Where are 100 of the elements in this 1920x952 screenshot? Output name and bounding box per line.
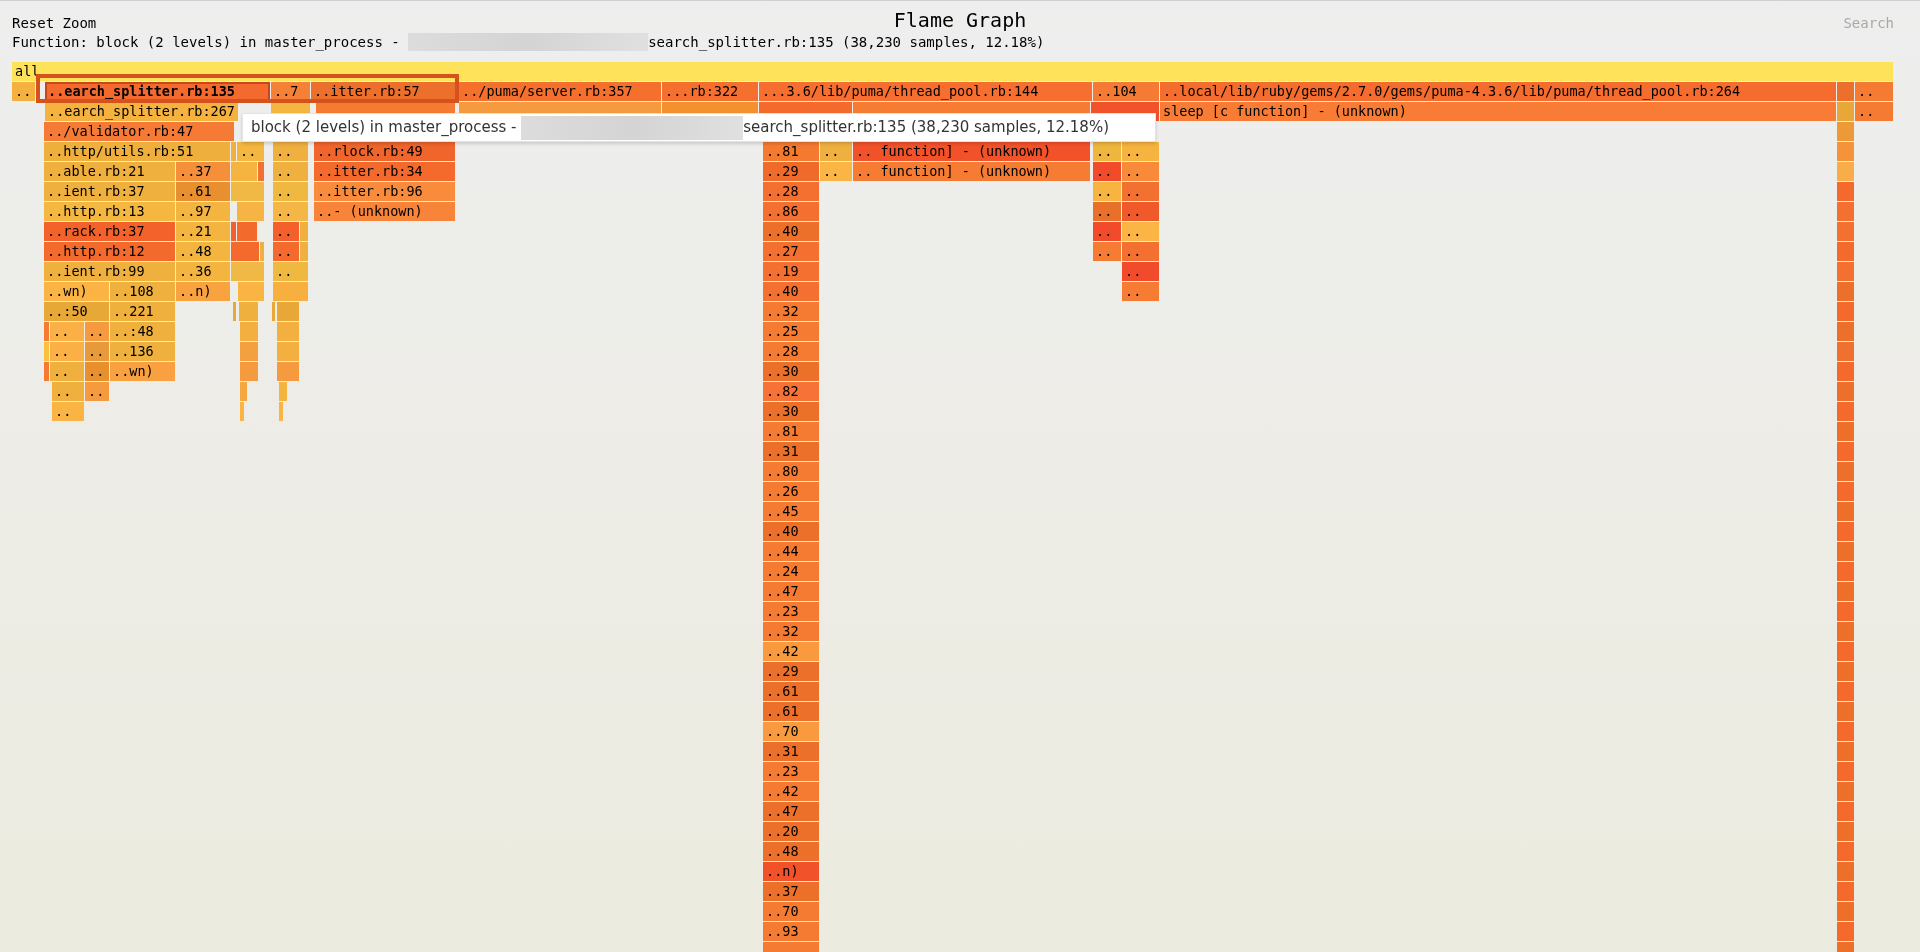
flame-frame[interactable]: .. xyxy=(85,342,109,361)
flame-frame[interactable]: ..20 xyxy=(763,822,819,841)
flame-frame[interactable]: ..108 xyxy=(110,282,175,301)
flame-frame[interactable]: ..45 xyxy=(763,502,819,521)
flame-frame[interactable]: ..31 xyxy=(763,742,819,761)
flame-frame[interactable]: .. xyxy=(1122,182,1159,201)
flame-frame[interactable]: .. xyxy=(12,82,35,101)
reset-zoom-link[interactable]: Reset Zoom xyxy=(12,14,97,32)
flame-frame[interactable]: .. xyxy=(1122,222,1159,241)
flame-frame[interactable]: .. xyxy=(820,142,852,161)
flame-frame[interactable]: ..19 xyxy=(763,262,819,281)
flame-frame[interactable]: ..44 xyxy=(763,542,819,561)
flame-frame[interactable]: ..70 xyxy=(763,902,819,921)
flame-frame[interactable]: ..n) xyxy=(176,282,230,301)
flame-frame[interactable]: .. xyxy=(1122,262,1159,281)
flame-frame[interactable]: ..40 xyxy=(763,522,819,541)
flame-frame[interactable]: ..97 xyxy=(176,202,230,221)
flame-frame[interactable]: ../validator.rb:47 xyxy=(44,122,234,141)
flame-frame[interactable]: .. xyxy=(237,142,264,161)
flame-frame[interactable]: ..32 xyxy=(763,302,819,321)
flame-frame[interactable]: ..itter.rb:96 xyxy=(314,182,455,201)
flame-frame[interactable]: ..32 xyxy=(763,622,819,641)
flame-frame[interactable]: .. xyxy=(1122,202,1159,221)
flame-frame[interactable]: .. xyxy=(1122,242,1159,261)
flame-frame[interactable]: ..rlock.rb:49 xyxy=(314,142,455,161)
flame-frame[interactable]: ..25 xyxy=(763,322,819,341)
flame-frame[interactable]: ..82 xyxy=(763,382,819,401)
flame-frame[interactable]: ..:48 xyxy=(110,322,175,341)
flame-frame[interactable]: ..:50 xyxy=(44,302,109,321)
flame-frame[interactable]: ..24 xyxy=(763,562,819,581)
flame-frame[interactable]: .. xyxy=(273,262,308,281)
flame-frame[interactable]: .. xyxy=(1093,202,1121,221)
flame-frame[interactable]: .. xyxy=(273,202,308,221)
flame-frame[interactable]: .. xyxy=(1093,162,1121,181)
flame-frame[interactable]: ..61 xyxy=(763,682,819,701)
flame-frame[interactable]: ..21 xyxy=(176,222,230,241)
flame-frame[interactable]: ..80 xyxy=(763,462,819,481)
flame-frame[interactable]: .. xyxy=(1093,182,1121,201)
flame-frame[interactable]: .. xyxy=(273,242,299,261)
flame-frame[interactable]: ..ient.rb:99 xyxy=(44,262,175,281)
flame-frame[interactable]: .. xyxy=(273,222,299,241)
flame-frame[interactable]: all xyxy=(12,62,1893,81)
flame-frame[interactable]: ..42 xyxy=(763,642,819,661)
flame-frame[interactable]: .. xyxy=(1122,162,1159,181)
flame-frame[interactable]: ..29 xyxy=(763,162,819,181)
flame-frame[interactable]: ..28 xyxy=(763,182,819,201)
flame-frame[interactable]: ..48 xyxy=(176,242,230,261)
flame-frame[interactable]: ..rack.rb:37 xyxy=(44,222,175,241)
flame-frame[interactable]: ...3.6/lib/puma/thread_pool.rb:144 xyxy=(759,82,1092,101)
flame-frame[interactable]: ..- (unknown) xyxy=(314,202,455,221)
flame-frame[interactable]: .. xyxy=(1855,102,1893,121)
flame-frame[interactable]: ..42 xyxy=(763,782,819,801)
flame-frame[interactable]: ..47 xyxy=(763,802,819,821)
flame-frame[interactable]: ..26 xyxy=(763,482,819,501)
flame-frame[interactable]: .. xyxy=(50,322,84,341)
flame-frame[interactable]: ..81 xyxy=(763,422,819,441)
flame-frame[interactable]: .. function] - (unknown) xyxy=(853,142,1090,161)
flame-frame[interactable]: .. xyxy=(820,162,852,181)
flame-frame[interactable]: ..http.rb:13 xyxy=(44,202,175,221)
flame-frame[interactable]: .. xyxy=(50,362,84,381)
flame-frame[interactable]: ..wn) xyxy=(44,282,109,301)
flame-frame[interactable]: .. xyxy=(273,142,308,161)
flame-frame[interactable]: .. xyxy=(1855,82,1893,101)
flame-frame[interactable]: ..70 xyxy=(763,722,819,741)
flame-frame[interactable]: .. xyxy=(52,382,84,401)
flame-frame[interactable]: .. xyxy=(52,402,84,421)
flame-frame[interactable]: .. xyxy=(1122,142,1159,161)
flame-frame[interactable]: ..36 xyxy=(176,262,230,281)
flame-frame[interactable]: ..28 xyxy=(763,342,819,361)
flame-frame[interactable]: ../puma/server.rb:357 xyxy=(459,82,661,101)
flame-frame[interactable]: ..http.rb:12 xyxy=(44,242,175,261)
flame-frame[interactable]: ..n) xyxy=(763,862,819,881)
flame-frame[interactable]: ..local/lib/ruby/gems/2.7.0/gems/puma-4.3.6/lib/puma/thread_pool.rb:264 xyxy=(1160,82,1836,101)
flame-frame[interactable]: ..104 xyxy=(1093,82,1159,101)
flame-frame[interactable]: ..37 xyxy=(763,882,819,901)
flame-frame[interactable]: .. xyxy=(1093,242,1121,261)
flame-frame[interactable]: ..37 xyxy=(176,162,230,181)
flame-frame[interactable]: ..40 xyxy=(763,222,819,241)
flame-frame[interactable]: ..27 xyxy=(763,242,819,261)
flame-frame[interactable]: ..23 xyxy=(763,602,819,621)
flame-frame[interactable]: ..31 xyxy=(763,442,819,461)
flame-frame[interactable]: ..30 xyxy=(763,362,819,381)
flame-frame[interactable]: ..http/utils.rb:51 xyxy=(44,142,230,161)
flame-frame[interactable]: .. function] - (unknown) xyxy=(853,162,1090,181)
flame-frame[interactable]: ..47 xyxy=(763,582,819,601)
flame-frame[interactable]: ..136 xyxy=(110,342,175,361)
flame-frame[interactable]: .. xyxy=(1093,142,1121,161)
flame-frame[interactable]: sleep [c function] - (unknown) xyxy=(1160,102,1836,121)
flame-frame[interactable]: ..40 xyxy=(763,282,819,301)
flame-frame[interactable]: ..ient.rb:37 xyxy=(44,182,175,201)
flame-frame[interactable]: ..itter.rb:34 xyxy=(314,162,455,181)
flame-frame[interactable]: .. xyxy=(50,342,84,361)
flame-frame[interactable]: ..81 xyxy=(763,142,819,161)
flame-frame[interactable]: ..221 xyxy=(110,302,175,321)
flame-frame[interactable]: .. xyxy=(1093,222,1121,241)
flame-frame[interactable]: .. xyxy=(85,322,109,341)
flame-frame[interactable]: ..30 xyxy=(763,402,819,421)
flame-frame[interactable]: .. xyxy=(1122,282,1159,301)
flame-frame[interactable]: ..wn) xyxy=(110,362,175,381)
flame-frame[interactable]: ..48 xyxy=(763,842,819,861)
